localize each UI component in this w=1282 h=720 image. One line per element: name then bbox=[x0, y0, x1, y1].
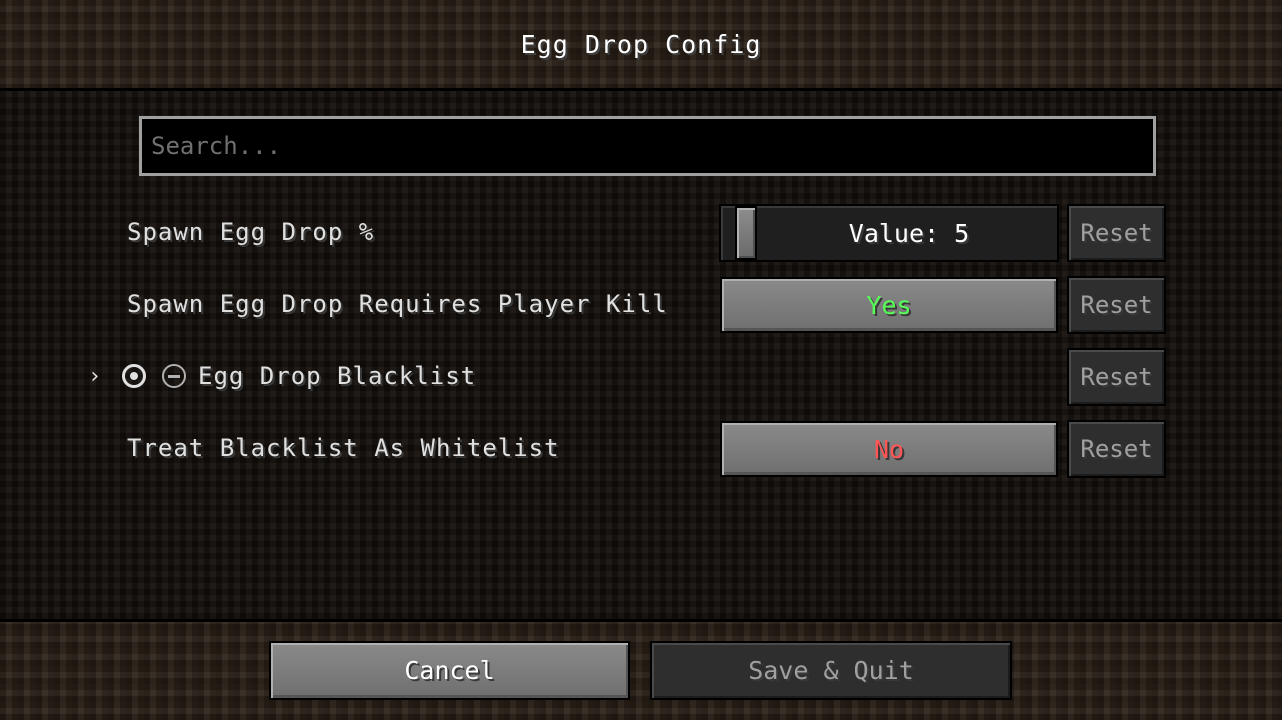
add-circle-icon[interactable] bbox=[122, 364, 146, 388]
treat-blacklist-as-whitelist-label: Treat Blacklist As Whitelist bbox=[127, 434, 560, 462]
requires-player-kill-toggle[interactable]: Yes bbox=[720, 277, 1058, 333]
reset-spawn-egg-drop-percent-button[interactable]: Reset bbox=[1067, 204, 1166, 262]
reset-treat-blacklist-as-whitelist-button[interactable]: Reset bbox=[1067, 420, 1166, 478]
reset-egg-drop-blacklist-button[interactable]: Reset bbox=[1067, 348, 1166, 406]
toggle-value-yes: Yes bbox=[866, 290, 912, 320]
requires-player-kill-label: Spawn Egg Drop Requires Player Kill bbox=[127, 290, 668, 318]
toggle-value-no: No bbox=[873, 434, 905, 464]
slider-value-text: Value: 5 bbox=[848, 218, 970, 248]
spawn-egg-drop-percent-label: Spawn Egg Drop % bbox=[127, 218, 375, 246]
remove-circle-icon[interactable] bbox=[162, 364, 186, 388]
spawn-egg-drop-percent-slider[interactable]: Value: 5 bbox=[719, 204, 1059, 262]
treat-blacklist-as-whitelist-toggle[interactable]: No bbox=[720, 421, 1058, 477]
cancel-button[interactable]: Cancel bbox=[269, 641, 630, 700]
search-box[interactable] bbox=[139, 116, 1156, 176]
reset-requires-player-kill-button[interactable]: Reset bbox=[1067, 276, 1166, 334]
search-input[interactable] bbox=[142, 119, 1153, 173]
screen-title: Egg Drop Config bbox=[520, 30, 762, 59]
save-and-quit-button[interactable]: Save & Quit bbox=[650, 641, 1012, 700]
chevron-right-icon[interactable]: › bbox=[88, 364, 101, 389]
slider-handle[interactable] bbox=[735, 206, 757, 260]
egg-drop-blacklist-label[interactable]: Egg Drop Blacklist bbox=[198, 362, 476, 390]
